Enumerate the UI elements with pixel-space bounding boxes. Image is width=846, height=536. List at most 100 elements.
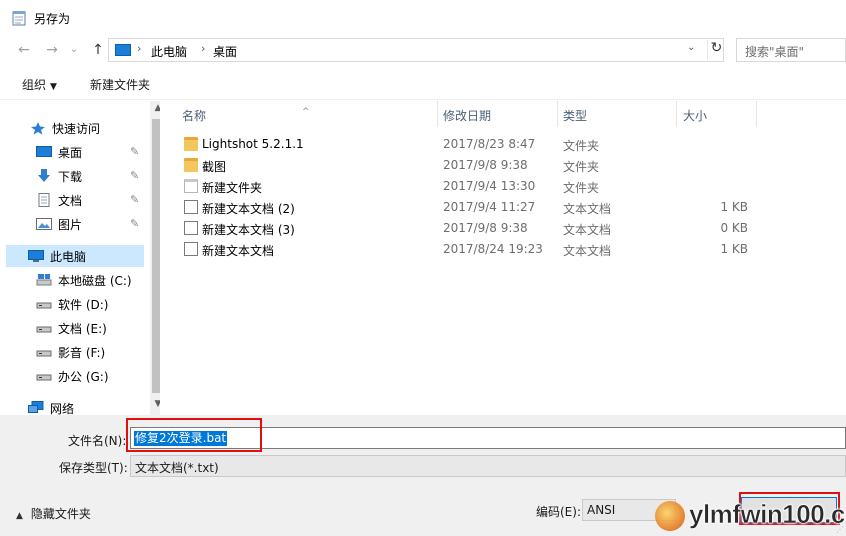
- caret-up-icon: ▲: [16, 511, 23, 521]
- star-icon: [31, 122, 45, 135]
- nav-item-label: 快速访问: [52, 122, 101, 136]
- file-name: 新建文本文档 (3): [202, 223, 295, 237]
- file-date: 2017/9/4 13:30: [443, 179, 536, 193]
- file-date: 2017/9/8 9:38: [443, 158, 528, 172]
- text-document-icon: [184, 200, 198, 214]
- nav-item-label: 影音 (F:): [58, 346, 106, 360]
- file-row[interactable]: 截图 2017/9/8 9:38 文件夹: [160, 155, 846, 176]
- nav-item-label: 软件 (D:): [58, 298, 109, 312]
- file-row[interactable]: 新建文本文档 2017/8/24 19:23 文本文档 1 KB: [160, 239, 846, 260]
- pin-icon[interactable]: ✎: [130, 145, 139, 158]
- file-list: 名称 ^ 修改日期 类型 大小 Lightshot 5.2.1.1 2017/8…: [160, 101, 846, 415]
- pin-icon[interactable]: ✎: [130, 193, 139, 206]
- nav-item-label: 文档: [58, 194, 83, 208]
- new-folder-button[interactable]: 新建文件夹: [90, 76, 150, 93]
- nav-item-label: 此电脑: [50, 250, 87, 264]
- file-date: 2017/9/8 9:38: [443, 221, 528, 235]
- picture-icon: [36, 218, 52, 230]
- filename-label: 文件名(N):: [68, 434, 127, 448]
- file-type: 文件夹: [563, 139, 600, 153]
- document-icon: [38, 193, 50, 207]
- nav-item-label: 图片: [58, 218, 83, 232]
- hide-folders-toggle[interactable]: ▲ 隐藏文件夹: [16, 505, 91, 522]
- navigation-pane: 快速访问 桌面 ✎ 下载 ✎ 文档 ✎ 图片 ✎ 此电脑 本地磁盘 (C:) 软…: [6, 101, 166, 416]
- filetype-select[interactable]: 文本文档(*.txt): [130, 455, 846, 477]
- caret-down-icon: ▼: [50, 82, 57, 92]
- column-header-name[interactable]: 名称 ^: [160, 101, 438, 127]
- file-name: 新建文件夹: [202, 181, 263, 195]
- encoding-label: 编码(E):: [536, 505, 581, 519]
- file-row[interactable]: 新建文本文档 (2) 2017/9/4 11:27 文本文档 1 KB: [160, 197, 846, 218]
- file-size: 0 KB: [720, 221, 748, 235]
- up-arrow-icon[interactable]: ↑: [88, 40, 108, 60]
- column-divider[interactable]: [756, 101, 757, 127]
- file-date: 2017/8/23 8:47: [443, 137, 536, 151]
- nav-item-label: 文档 (E:): [58, 322, 107, 336]
- breadcrumb-desktop[interactable]: 桌面: [213, 43, 237, 60]
- file-name: Lightshot 5.2.1.1: [202, 137, 304, 151]
- column-header-label: 名称: [182, 109, 207, 123]
- network-icon: [28, 401, 44, 413]
- this-pc-icon: [115, 44, 131, 56]
- column-header-label: 大小: [683, 109, 708, 123]
- breadcrumb-separator-icon[interactable]: ›: [201, 42, 205, 55]
- address-bar[interactable]: › 此电脑 › 桌面 ⌄ ↻: [108, 38, 724, 62]
- column-header-size[interactable]: 大小: [677, 101, 757, 127]
- watermark-text: ylmfwin100.com: [689, 499, 846, 530]
- file-size: 1 KB: [720, 200, 748, 214]
- breadcrumb-this-pc[interactable]: 此电脑: [151, 43, 187, 60]
- text-document-icon: [184, 242, 198, 256]
- search-placeholder: 搜索"桌面": [745, 45, 805, 59]
- column-header-type[interactable]: 类型: [558, 101, 676, 127]
- file-name: 新建文本文档: [202, 244, 275, 258]
- refresh-icon[interactable]: ↻: [707, 40, 725, 60]
- recent-locations-chevron-icon[interactable]: ⌄: [68, 40, 80, 60]
- drive-icon: [36, 302, 52, 309]
- breadcrumb-separator-icon[interactable]: ›: [137, 42, 141, 55]
- nav-item-label: 办公 (G:): [58, 370, 109, 384]
- save-form: 文件名(N): 修复2次登录.bat 保存类型(T): 文本文档(*.txt) …: [0, 415, 846, 536]
- file-size: 1 KB: [720, 242, 748, 256]
- file-row[interactable]: 新建文本文档 (3) 2017/9/8 9:38 文本文档 0 KB: [160, 218, 846, 239]
- empty-folder-icon: [184, 179, 198, 193]
- system-drive-icon: [36, 274, 52, 286]
- column-header-label: 修改日期: [443, 109, 492, 123]
- back-arrow-icon[interactable]: ←: [14, 40, 34, 60]
- nav-item-this-pc[interactable]: 此电脑: [6, 245, 144, 267]
- file-type: 文本文档: [563, 223, 612, 237]
- notepad-icon: [12, 11, 26, 26]
- pin-icon[interactable]: ✎: [130, 217, 139, 230]
- title-bar: 另存为: [0, 0, 846, 36]
- resize-grip-icon[interactable]: ⋰: [836, 525, 844, 534]
- pin-icon[interactable]: ✎: [130, 169, 139, 182]
- search-input[interactable]: 搜索"桌面": [736, 38, 846, 62]
- watermark-logo-icon: [655, 501, 685, 531]
- forward-arrow-icon[interactable]: →: [42, 40, 62, 60]
- file-type: 文本文档: [563, 244, 612, 258]
- file-row[interactable]: Lightshot 5.2.1.1 2017/8/23 8:47 文件夹: [160, 134, 846, 155]
- window-title: 另存为: [34, 12, 71, 26]
- filetype-value: 文本文档(*.txt): [135, 461, 219, 475]
- download-icon: [38, 169, 50, 182]
- column-header-label: 类型: [563, 109, 588, 123]
- desktop-icon: [36, 146, 52, 157]
- save-as-dialog: 另存为 ← → ⌄ ↑ › 此电脑 › 桌面 ⌄ ↻ 搜索"桌面" 组织 ▼ 新建…: [0, 0, 846, 536]
- text-document-icon: [184, 221, 198, 235]
- file-type: 文件夹: [563, 160, 600, 174]
- drive-icon: [36, 326, 52, 333]
- address-dropdown-chevron-icon[interactable]: ⌄: [687, 42, 695, 53]
- file-date: 2017/9/4 11:27: [443, 200, 536, 214]
- nav-item-quick-access[interactable]: 快速访问: [30, 117, 170, 139]
- filetype-label: 保存类型(T):: [59, 461, 128, 475]
- sort-ascending-icon: ^: [302, 107, 310, 117]
- drive-icon: [36, 350, 52, 357]
- file-row[interactable]: 新建文件夹 2017/9/4 13:30 文件夹: [160, 176, 846, 197]
- organize-menu-button[interactable]: 组织 ▼: [22, 76, 57, 93]
- folder-icon: [184, 158, 198, 172]
- nav-item-label: 本地磁盘 (C:): [58, 274, 132, 288]
- file-name: 新建文本文档 (2): [202, 202, 295, 216]
- column-header-date[interactable]: 修改日期: [438, 101, 558, 127]
- file-name: 截图: [202, 160, 227, 174]
- drive-icon: [36, 374, 52, 381]
- command-bar: 组织 ▼ 新建文件夹: [0, 68, 846, 100]
